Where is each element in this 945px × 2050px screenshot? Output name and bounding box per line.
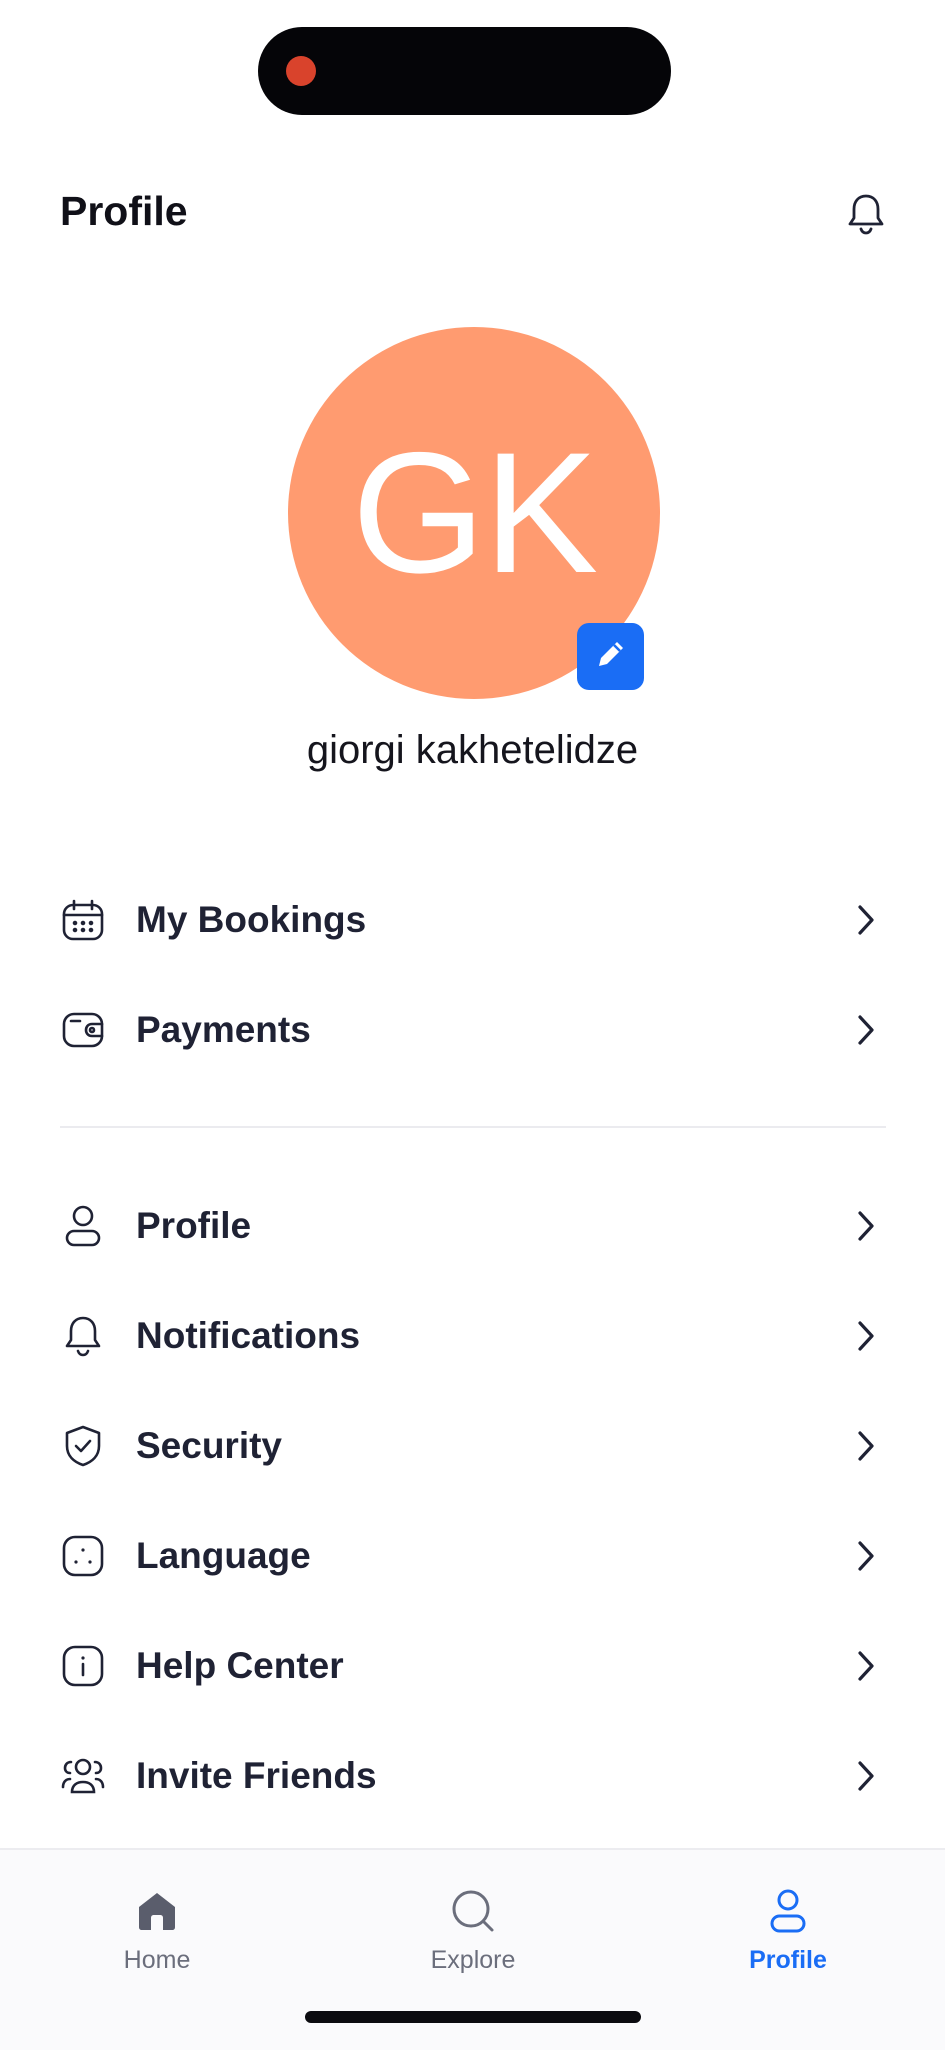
menu-item-payments[interactable]: Payments [60,990,890,1070]
tab-label: Profile [749,1946,827,1974]
menu-item-label: Security [136,1425,283,1466]
user-name: giorgi kakhetelidze [306,728,639,772]
pencil-icon [592,635,630,678]
calendar-icon [60,897,106,943]
menu-item-label: My Bookings [136,899,367,940]
chevron-right-icon [852,1756,880,1796]
chevron-right-icon [852,1426,880,1466]
chevron-right-icon [852,1536,880,1576]
menu-item-help-center[interactable]: Help Center [60,1626,890,1706]
avatar-initials: GK [351,417,599,609]
bell-icon[interactable] [845,192,887,236]
menu-item-invite-friends[interactable]: Invite Friends [60,1736,890,1816]
bell-icon [60,1313,106,1359]
people-icon [60,1753,106,1799]
menu-item-label: Notifications [136,1315,361,1356]
menu-item-language[interactable]: Language [60,1516,890,1596]
chevron-right-icon [852,1316,880,1356]
menu-item-label: Payments [136,1009,311,1050]
divider [60,1126,886,1128]
menu-item-profile[interactable]: Profile [60,1186,890,1266]
info-icon [60,1643,106,1689]
home-icon [132,1886,182,1936]
menu-item-label: Help Center [136,1645,344,1686]
chevron-right-icon [852,1646,880,1686]
menu-item-label: Profile [136,1205,252,1246]
menu-item-my-bookings[interactable]: My Bookings [60,880,890,960]
tab-label: Home [123,1946,191,1974]
chevron-right-icon [852,1206,880,1246]
menu-item-security[interactable]: Security [60,1406,890,1486]
search-icon [448,1886,498,1936]
menu-item-label: Language [136,1535,311,1576]
recording-indicator [286,56,316,86]
tab-home[interactable]: Home [77,1886,237,1986]
menu-item-notifications[interactable]: Notifications [60,1296,890,1376]
language-icon [60,1533,106,1579]
menu-item-label: Invite Friends [136,1755,377,1796]
wallet-icon [60,1007,106,1053]
tab-label: Explore [430,1946,516,1974]
chevron-right-icon [852,900,880,940]
user-icon [763,1886,813,1936]
tab-explore[interactable]: Explore [393,1886,553,1986]
home-indicator [305,2011,641,2023]
chevron-right-icon [852,1010,880,1050]
page-title: Profile [60,188,188,234]
shield-icon [60,1423,106,1469]
edit-avatar-button[interactable] [577,623,644,690]
dynamic-island [258,27,671,115]
user-icon [60,1203,106,1249]
tab-profile[interactable]: Profile [708,1886,868,1986]
